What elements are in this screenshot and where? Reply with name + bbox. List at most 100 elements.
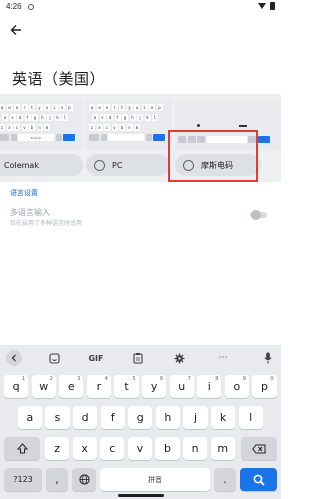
language-settings-header: 语言设置	[10, 189, 38, 197]
key-c[interactable]: c	[100, 437, 125, 460]
key-label: o	[233, 380, 241, 393]
layout-option-label: PC	[112, 160, 123, 170]
microphone-icon	[264, 352, 272, 364]
key-hint: 2	[49, 376, 53, 382]
more-options-button[interactable]: ⋯	[215, 350, 231, 366]
mini-key: r	[111, 104, 118, 111]
mini-key: c	[104, 124, 110, 131]
key-q[interactable]: q1	[4, 375, 29, 398]
mini-key: q	[0, 104, 5, 111]
mini-key: y	[126, 104, 133, 111]
key-e[interactable]: e3	[59, 375, 84, 398]
key-g[interactable]: g	[128, 406, 153, 429]
key-label: q	[12, 380, 20, 393]
key-i[interactable]: i8	[197, 375, 222, 398]
key-hint: 1	[22, 376, 26, 382]
gesture-nav-handle[interactable]	[118, 494, 164, 497]
key-r[interactable]: r4	[86, 375, 111, 398]
key-m[interactable]: m	[210, 437, 235, 460]
key-u[interactable]: u7	[169, 375, 194, 398]
key-hint: 9	[242, 376, 246, 382]
symbols-key[interactable]: ?123	[4, 468, 42, 491]
status-bar: 4:26	[0, 0, 281, 14]
comma-key[interactable]: ,	[46, 468, 68, 491]
mini-key: v	[111, 124, 118, 131]
mini-key: r	[21, 104, 28, 111]
key-w[interactable]: w2	[31, 375, 56, 398]
key-x[interactable]: x	[72, 437, 97, 460]
key-y[interactable]: y6	[142, 375, 167, 398]
key-o[interactable]: o9	[224, 375, 249, 398]
key-a[interactable]: a	[17, 406, 42, 429]
mini-key: j	[47, 114, 53, 121]
key-hint: 0	[270, 376, 274, 382]
layout-option-colemak[interactable]: Colemak	[0, 154, 83, 176]
keyboard-row-1: q1w2e3r4t5y6u7i8o9p0	[0, 375, 281, 399]
key-label: y	[150, 380, 158, 393]
mini-key: l	[62, 114, 68, 121]
key-p[interactable]: p0	[252, 375, 277, 398]
mini-key: d	[107, 114, 113, 121]
mini-key: g	[32, 114, 38, 121]
mini-key: e	[104, 104, 110, 111]
key-k[interactable]: k	[211, 406, 236, 429]
battery-icon	[270, 2, 275, 10]
period-key[interactable]: .	[214, 468, 236, 491]
mini-key: f	[114, 114, 121, 121]
search-icon	[253, 474, 265, 486]
key-s[interactable]: s	[45, 406, 70, 429]
key-t[interactable]: t5	[114, 375, 139, 398]
key-h[interactable]: h	[155, 406, 180, 429]
multilingual-toggle[interactable]	[250, 210, 267, 220]
keyboard-toolbar: GIF ⋯	[0, 345, 281, 371]
multilingual-input-title: 多语言输入	[10, 208, 50, 217]
mini-key: u	[44, 104, 50, 111]
voice-input-button[interactable]	[261, 350, 275, 366]
key-label: e	[67, 380, 75, 393]
key-f[interactable]: f	[100, 406, 125, 429]
mini-key: m	[134, 124, 140, 131]
keyboard-row-3: zxcvbnm	[0, 437, 281, 461]
key-n[interactable]: n	[183, 437, 208, 460]
mini-key: c	[14, 124, 20, 131]
key-d[interactable]: d	[73, 406, 98, 429]
radio-button[interactable]	[94, 159, 105, 171]
space-key[interactable]: 拼音	[100, 468, 210, 491]
mini-space-key: English	[18, 134, 54, 141]
key-j[interactable]: j	[183, 406, 208, 429]
collapse-toolbar-button[interactable]	[6, 350, 22, 366]
more-horizontal-icon: ⋯	[218, 353, 228, 363]
layout-card-colemak[interactable]: qwertyuiop asdfghjkl zxcvbnm English Col…	[0, 94, 83, 182]
key-b[interactable]: b	[155, 437, 180, 460]
backspace-key[interactable]	[241, 437, 277, 460]
clipboard-button[interactable]	[130, 350, 146, 366]
search-key[interactable]	[240, 468, 277, 491]
layout-option-pc[interactable]: PC	[86, 154, 170, 176]
layout-option-label: Colemak	[4, 160, 39, 170]
layout-card-pc[interactable]: qwertyuiop asdfghjkl zxcvbnm PC	[86, 94, 172, 182]
keyboard-row-4: ?123 , 拼音 .	[0, 468, 281, 492]
mini-key: a	[2, 114, 8, 121]
mini-key: w	[96, 104, 103, 111]
mini-key: b	[119, 124, 125, 131]
key-l[interactable]: l	[238, 406, 263, 429]
settings-button[interactable]	[171, 350, 187, 366]
mini-key: s	[9, 114, 16, 121]
mini-key: z	[0, 124, 5, 131]
mini-keyboard-preview: qwertyuiop asdfghjkl zxcvbnm English	[0, 100, 83, 150]
shift-key[interactable]	[4, 437, 40, 460]
language-switch-key[interactable]	[72, 468, 96, 491]
clipboard-icon	[133, 353, 143, 364]
mini-key: m	[44, 124, 50, 131]
key-z[interactable]: z	[45, 437, 70, 460]
mini-key: b	[29, 124, 35, 131]
mini-key: n	[36, 124, 43, 131]
back-button[interactable]	[8, 22, 24, 38]
mini-key: j	[137, 114, 143, 121]
sticker-button[interactable]	[46, 350, 62, 366]
keyboard: GIF ⋯ q1w2e3r4t5y6u7i8o9p0 asdfghjkl zxc…	[0, 345, 281, 499]
key-hint: 7	[187, 376, 191, 382]
key-v[interactable]: v	[127, 437, 152, 460]
gif-button[interactable]: GIF	[85, 350, 107, 366]
mini-key: p	[156, 104, 163, 111]
